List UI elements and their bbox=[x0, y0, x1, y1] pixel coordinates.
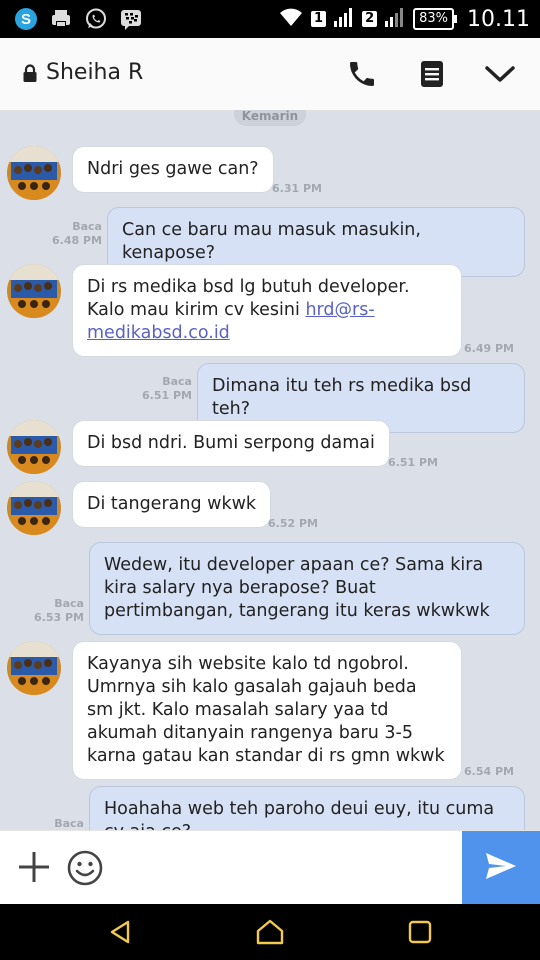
contact-name: Sheiha R bbox=[46, 60, 144, 85]
home-icon[interactable] bbox=[254, 916, 286, 948]
message-bubble-incoming[interactable]: Di bsd ndri. Bumi serpong damai bbox=[72, 420, 390, 467]
message-text: Ndri ges gawe can? bbox=[87, 159, 259, 179]
avatar[interactable] bbox=[7, 420, 61, 474]
read-status: Baca 6.53 PM bbox=[22, 597, 84, 625]
message-text: Di bsd ndri. Bumi serpong damai bbox=[87, 433, 375, 453]
lock-icon bbox=[22, 64, 38, 86]
menu-icon[interactable] bbox=[414, 56, 450, 92]
emoji-icon[interactable] bbox=[66, 849, 104, 887]
battery-level: 83% bbox=[419, 11, 449, 26]
avatar[interactable] bbox=[7, 481, 61, 535]
system-nav-bar bbox=[0, 904, 540, 960]
message-time: 6.52 PM bbox=[268, 517, 318, 530]
message-text: Wedew, itu developer apaan ce? Sama kira… bbox=[104, 555, 490, 621]
back-icon[interactable] bbox=[104, 916, 136, 948]
chevron-down-icon[interactable] bbox=[482, 56, 518, 92]
avatar[interactable] bbox=[7, 264, 61, 318]
avatar[interactable] bbox=[7, 146, 61, 200]
read-status: Baca 6.48 PM bbox=[40, 220, 102, 248]
message-time: 6.51 PM bbox=[388, 456, 438, 469]
read-label: Baca bbox=[54, 817, 84, 830]
wifi-icon bbox=[278, 6, 304, 32]
message-bubble-outgoing[interactable]: Wedew, itu developer apaan ce? Sama kira… bbox=[89, 542, 525, 635]
read-label: Baca bbox=[72, 220, 102, 233]
message-bubble-incoming[interactable]: Di tangerang wkwk bbox=[72, 481, 272, 528]
chat-area[interactable]: Kemarin Ndri ges gawe can? 6.31 PM Baca 6… bbox=[0, 110, 540, 830]
read-label: Baca bbox=[162, 375, 192, 388]
status-bar: S 1 2 83% 10.11 bbox=[0, 0, 540, 38]
phone-icon[interactable] bbox=[344, 56, 380, 92]
whatsapp-icon bbox=[84, 7, 108, 31]
skype-icon: S bbox=[14, 7, 38, 31]
message-text: Kayanya sih website kalo td ngobrol. Umr… bbox=[87, 654, 445, 766]
printer-icon bbox=[49, 7, 73, 31]
message-input-bar bbox=[0, 830, 540, 905]
message-bubble-incoming[interactable]: Kayanya sih website kalo td ngobrol. Umr… bbox=[72, 641, 462, 780]
signal-icon bbox=[384, 7, 406, 31]
message-text: Di tangerang wkwk bbox=[87, 494, 257, 514]
send-button[interactable] bbox=[462, 831, 540, 905]
message-time: 6.48 PM bbox=[52, 234, 102, 247]
avatar[interactable] bbox=[7, 641, 61, 695]
read-status: Baca 6.51 PM bbox=[130, 375, 192, 403]
read-status: Baca bbox=[22, 817, 84, 830]
battery-icon: 83% bbox=[413, 8, 457, 30]
read-label: Baca bbox=[54, 597, 84, 610]
chat-header: Sheiha R bbox=[0, 38, 540, 111]
svg-text:S: S bbox=[21, 11, 31, 28]
message-bubble-outgoing[interactable]: Hoahaha web teh paroho deui euy, itu cum… bbox=[89, 786, 525, 830]
message-time: 6.31 PM bbox=[272, 182, 322, 195]
recents-icon[interactable] bbox=[404, 916, 436, 948]
date-separator: Kemarin bbox=[234, 110, 306, 126]
message-text: Can ce baru mau masuk masukin, kenapose? bbox=[122, 220, 421, 263]
message-text: Hoahaha web teh paroho deui euy, itu cum… bbox=[104, 799, 495, 830]
message-time: 6.54 PM bbox=[464, 765, 514, 778]
message-time: 6.49 PM bbox=[464, 342, 514, 355]
message-time: 6.51 PM bbox=[142, 389, 192, 402]
send-icon bbox=[484, 851, 518, 885]
message-bubble-incoming[interactable]: Di rs medika bsd lg butuh developer. Kal… bbox=[72, 264, 462, 357]
clock: 10.11 bbox=[467, 6, 530, 32]
sim2-label: 2 bbox=[362, 11, 378, 27]
message-bubble-incoming[interactable]: Ndri ges gawe can? bbox=[72, 146, 274, 193]
sim1-label: 1 bbox=[311, 11, 327, 27]
message-text: Dimana itu teh rs medika bsd teh? bbox=[212, 376, 472, 419]
bbm-icon bbox=[119, 7, 143, 31]
message-time: 6.53 PM bbox=[34, 611, 84, 624]
plus-icon[interactable] bbox=[16, 849, 52, 885]
signal-icon bbox=[333, 7, 355, 31]
